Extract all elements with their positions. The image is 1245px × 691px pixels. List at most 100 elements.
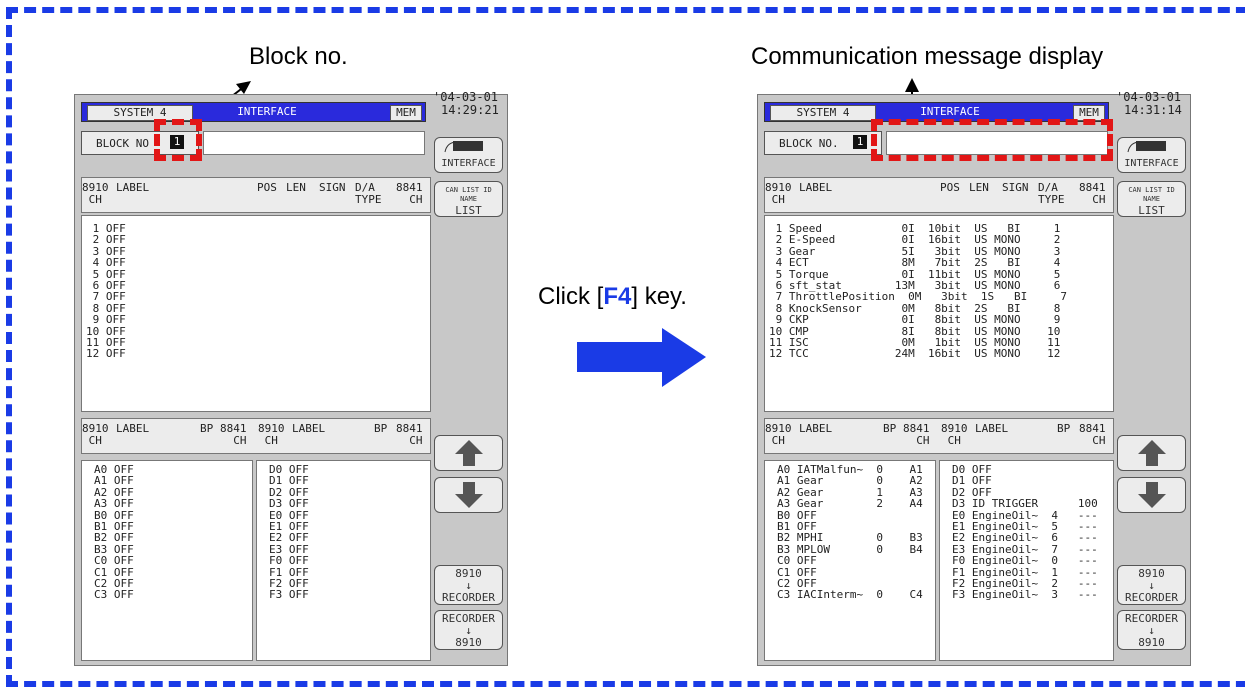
list-item[interactable]: F1 OFF (269, 567, 309, 578)
list-item[interactable]: 11 ISC 0M 1bit US MONO 11 (769, 337, 1060, 348)
channel-list[interactable]: 1 Speed 0I 10bit US BI 1 2 E-Speed 0I 16… (764, 215, 1114, 412)
interface-button[interactable]: INTERFACE (1117, 137, 1186, 173)
bit-list-right[interactable]: D0 OFF D1 OFF D2 OFF D3 ID TRIGGER 100 E0 En… (939, 460, 1114, 661)
bit-list-right[interactable]: D0 OFF D1 OFF D2 OFF D3 OFF E0 OFF E1 OFF E2 O… (256, 460, 431, 661)
list-button[interactable]: CAN LIST ID NAME LIST (434, 181, 503, 217)
list-item[interactable]: 12 OFF (86, 348, 126, 359)
list-item[interactable]: 7 ThrottlePosition 0M 3bit 1S BI 7 (769, 291, 1067, 302)
list-item[interactable]: A1 Gear 0 A2 (777, 475, 923, 486)
list-item[interactable]: F2 OFF (269, 578, 309, 589)
list-item[interactable]: 9 OFF (86, 314, 126, 325)
list-item[interactable]: E2 OFF (269, 532, 309, 543)
list-item[interactable]: 8 KnockSensor 0M 8bit 2S BI 8 (769, 303, 1061, 314)
list-item[interactable]: 2 OFF (86, 234, 126, 245)
list-item[interactable]: 1 OFF (86, 223, 126, 234)
list-item[interactable]: B3 OFF (94, 544, 134, 555)
list-item[interactable]: E1 EngineOil~ 5 --- (952, 521, 1098, 532)
list-item[interactable]: C2 OFF (94, 578, 134, 589)
from-recorder-button[interactable]: RECORDER ↓ 8910 (1117, 610, 1186, 650)
list-item[interactable]: 4 OFF (86, 257, 126, 268)
list-item[interactable]: 6 OFF (86, 280, 126, 291)
scroll-down-button[interactable] (1117, 477, 1186, 513)
list-item[interactable]: D3 OFF (269, 498, 309, 509)
list-item[interactable]: D1 OFF (269, 475, 309, 486)
list-item[interactable]: F0 EngineOil~ 0 --- (952, 555, 1098, 566)
list-item[interactable]: A3 Gear 2 A4 (777, 498, 923, 509)
scroll-up-button[interactable] (434, 435, 503, 471)
list-item[interactable]: 3 OFF (86, 246, 126, 257)
list-item[interactable]: 10 OFF (86, 326, 126, 337)
bit-list-left[interactable]: A0 IATMalfun~ 0 A1 A1 Gear 0 A2 A2 Gear 1 … (764, 460, 936, 661)
list-item[interactable]: E3 OFF (269, 544, 309, 555)
channel-list[interactable]: 1 OFF 2 OFF 3 OFF 4 OFF 5 OFF 6 OFF 7 OF… (81, 215, 431, 412)
list-item[interactable]: C3 OFF (94, 589, 134, 600)
list-item[interactable]: 3 Gear 5I 3bit US MONO 3 (769, 246, 1061, 257)
from-recorder-button[interactable]: RECORDER ↓ 8910 (434, 610, 503, 650)
list-item[interactable]: B2 MPHI 0 B3 (777, 532, 923, 543)
list-item[interactable]: F1 EngineOil~ 1 --- (952, 567, 1098, 578)
to-recorder-button[interactable]: 8910 ↓ RECORDER (1117, 565, 1186, 605)
list-item[interactable]: B1 OFF (777, 521, 817, 532)
list-item[interactable]: C1 OFF (94, 567, 134, 578)
list-item[interactable]: 4 ECT 8M 7bit 2S BI 4 (769, 257, 1061, 268)
list-item[interactable]: 12 TCC 24M 16bit US MONO 12 (769, 348, 1060, 359)
list-item[interactable]: 9 CKP 0I 8bit US MONO 9 (769, 314, 1061, 325)
list-item[interactable]: A0 OFF (94, 464, 134, 475)
list-item[interactable]: 8 OFF (86, 303, 126, 314)
list-item[interactable]: D2 OFF (269, 487, 309, 498)
list-item[interactable]: A3 OFF (94, 498, 134, 509)
list-item[interactable]: A2 Gear 1 A3 (777, 487, 923, 498)
list-item[interactable]: F2 EngineOil~ 2 --- (952, 578, 1098, 589)
list-item[interactable]: 6 sft_stat 13M 3bit US MONO 6 (769, 280, 1061, 291)
next-step-arrow (577, 328, 706, 387)
list-item[interactable]: C2 OFF (777, 578, 817, 589)
system-tab[interactable]: SYSTEM 4 (770, 105, 876, 121)
scroll-up-button[interactable] (1117, 435, 1186, 471)
block-no-value[interactable]: 1 (853, 135, 867, 149)
list-item[interactable]: A1 OFF (94, 475, 134, 486)
list-item[interactable]: E0 OFF (269, 510, 309, 521)
interface-icon (444, 141, 483, 153)
up-arrow-icon (454, 440, 483, 466)
list-item[interactable]: B1 OFF (94, 521, 134, 532)
list-item[interactable]: 1 Speed 0I 10bit US BI 1 (769, 223, 1061, 234)
list-item[interactable]: F3 OFF (269, 589, 309, 600)
list-item[interactable]: 5 OFF (86, 269, 126, 280)
list-item[interactable]: C3 IACInterm~ 0 C4 (777, 589, 923, 600)
list-item[interactable]: D1 OFF (952, 475, 992, 486)
list-item[interactable]: B3 MPLOW 0 B4 (777, 544, 923, 555)
interface-button[interactable]: INTERFACE (434, 137, 503, 173)
upper-header: 8910 CH LABEL POS LEN SIGN D/A TYPE 8841… (81, 177, 431, 213)
list-item[interactable]: E2 EngineOil~ 6 --- (952, 532, 1098, 543)
list-item[interactable]: B0 OFF (777, 510, 817, 521)
list-item[interactable]: 10 CMP 8I 8bit US MONO 10 (769, 326, 1060, 337)
list-item[interactable]: C1 OFF (777, 567, 817, 578)
list-item[interactable]: 7 OFF (86, 291, 126, 302)
block-no-label: BLOCK NO (96, 137, 149, 150)
list-item[interactable]: D2 OFF (952, 487, 992, 498)
list-item[interactable]: C0 OFF (777, 555, 817, 566)
list-item[interactable]: 5 Torque 0I 11bit US MONO 5 (769, 269, 1061, 280)
to-recorder-button[interactable]: 8910 ↓ RECORDER (434, 565, 503, 605)
list-item[interactable]: E1 OFF (269, 521, 309, 532)
list-item[interactable]: F3 EngineOil~ 3 --- (952, 589, 1098, 600)
block-no-button[interactable]: BLOCK NO. 1 (764, 131, 882, 155)
bit-list-left[interactable]: A0 OFF A1 OFF A2 OFF A3 OFF B0 OFF B1 OFF B2 O… (81, 460, 253, 661)
list-item[interactable]: 2 E-Speed 0I 16bit US MONO 2 (769, 234, 1061, 245)
list-item[interactable]: D3 ID TRIGGER 100 (952, 498, 1098, 509)
list-item[interactable]: F0 OFF (269, 555, 309, 566)
scroll-down-button[interactable] (434, 477, 503, 513)
list-item[interactable]: D0 OFF (269, 464, 309, 475)
down-arrow-icon (454, 482, 483, 508)
list-item[interactable]: A0 IATMalfun~ 0 A1 (777, 464, 923, 475)
list-button[interactable]: CAN LIST ID NAME LIST (1117, 181, 1186, 217)
list-item[interactable]: E0 EngineOil~ 4 --- (952, 510, 1098, 521)
list-item[interactable]: A2 OFF (94, 487, 134, 498)
list-item[interactable]: 11 OFF (86, 337, 126, 348)
list-item[interactable]: D0 OFF (952, 464, 992, 475)
list-item[interactable]: C0 OFF (94, 555, 134, 566)
hdr-8910-ch: 8910 CH (765, 181, 792, 206)
list-item[interactable]: E3 EngineOil~ 7 --- (952, 544, 1098, 555)
list-item[interactable]: B2 OFF (94, 532, 134, 543)
list-item[interactable]: B0 OFF (94, 510, 134, 521)
